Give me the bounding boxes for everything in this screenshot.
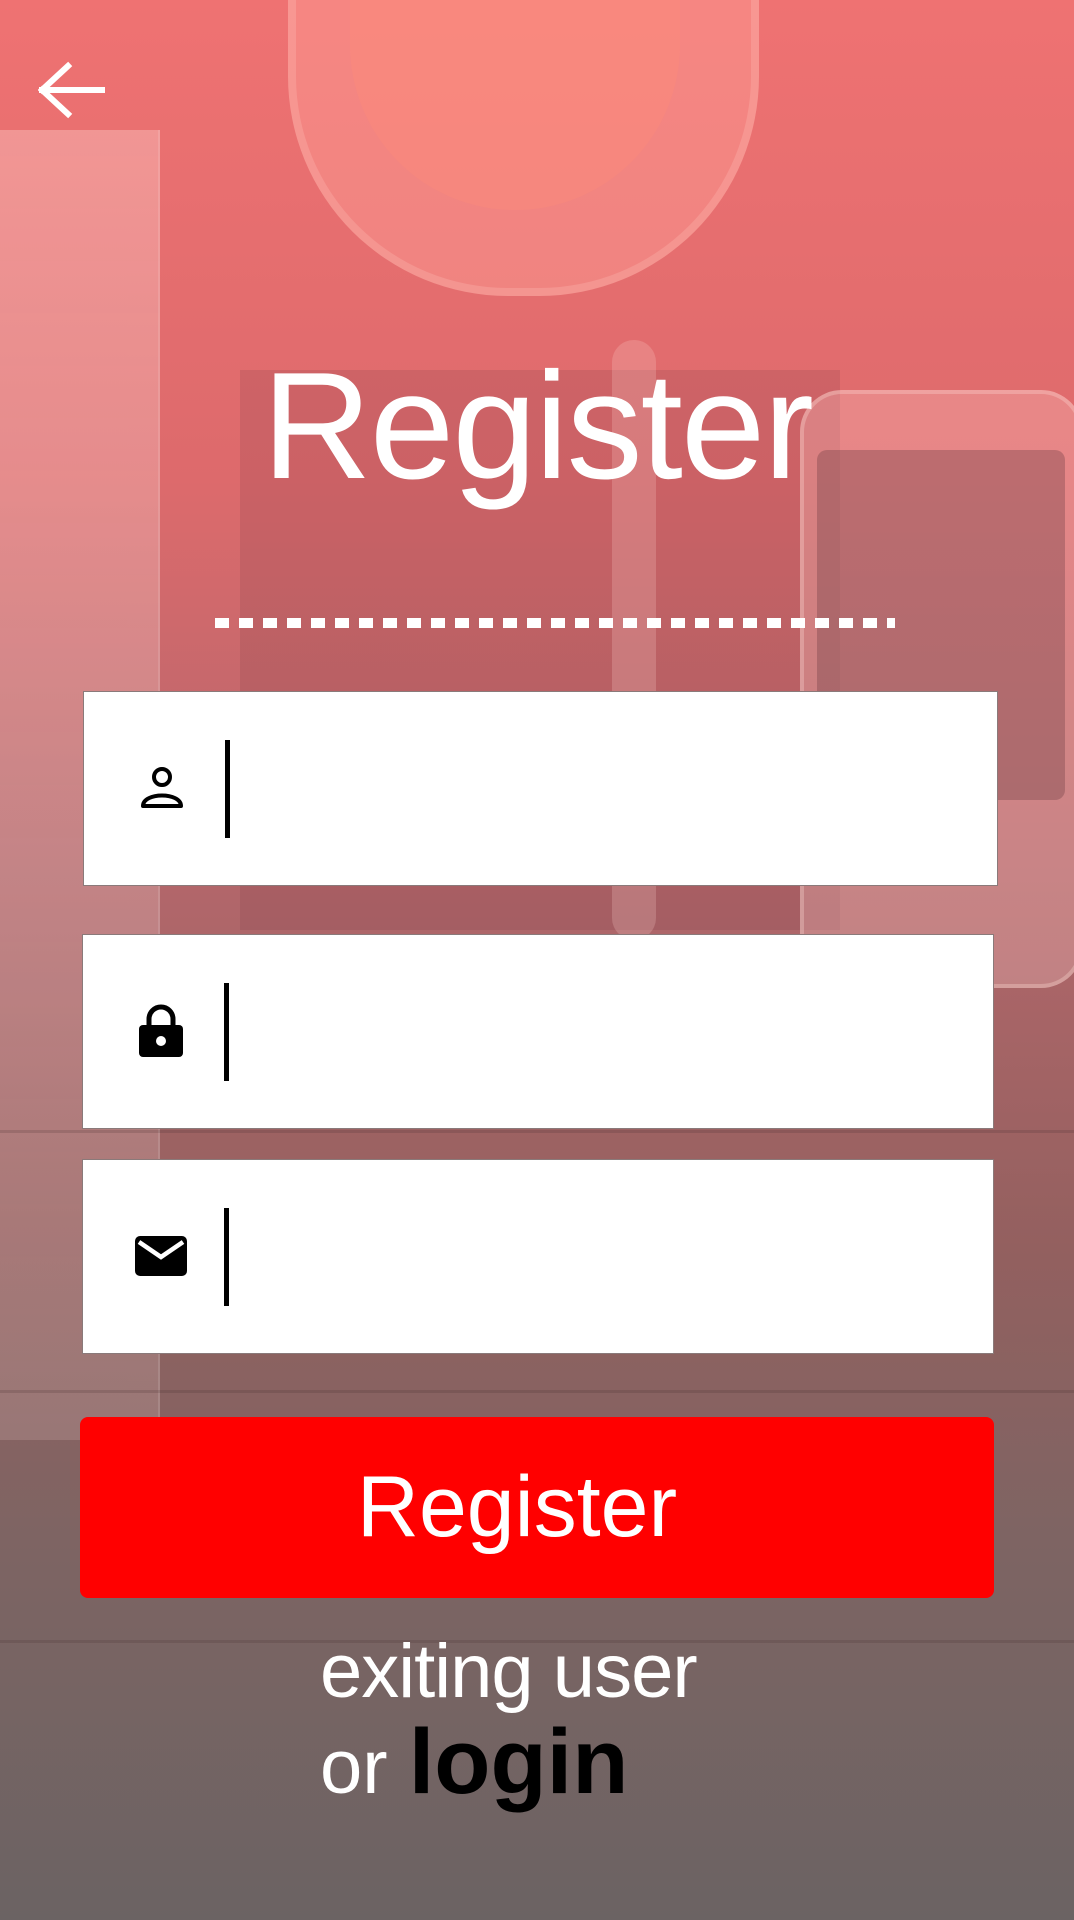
background-wood-line [0,1390,1074,1393]
text-cursor [224,983,229,1081]
back-button[interactable] [37,60,108,120]
person-icon [134,752,190,824]
email-input[interactable] [243,1160,967,1357]
text-cursor [225,740,230,838]
password-field[interactable] [82,934,994,1132]
login-link[interactable]: login [409,1711,629,1813]
page-title: Register [262,341,814,511]
text-cursor [224,1208,229,1306]
register-button-label: Register [356,1459,678,1555]
email-field[interactable] [82,1159,994,1357]
password-input[interactable] [243,935,967,1132]
register-screen: Register Register exiting user or login [0,0,1074,1920]
existing-user-text: exiting user [320,1629,698,1714]
arrow-left-icon [37,61,105,119]
or-login-line: or login [320,1711,920,1813]
username-input[interactable] [244,692,968,889]
or-text: or [320,1724,388,1810]
register-button[interactable]: Register [80,1417,994,1598]
dashed-divider [215,618,895,628]
username-field[interactable] [83,691,998,889]
login-prompt: exiting user or login [320,1632,920,1813]
mail-icon [133,1220,189,1292]
lock-icon [133,995,189,1067]
